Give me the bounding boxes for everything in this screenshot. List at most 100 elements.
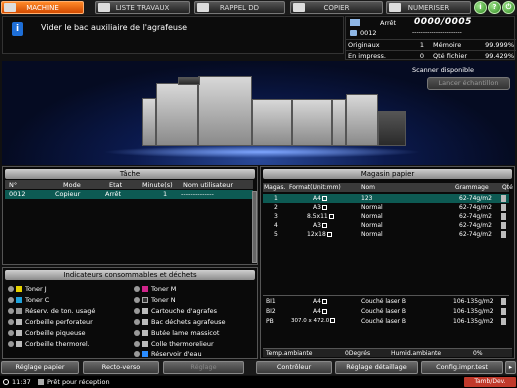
message-box: i Vider le bac auxiliaire de l'agrafeuse <box>2 16 344 54</box>
tab-copier[interactable]: COPIER <box>290 1 383 14</box>
consumable-label: Réservoir d'eau <box>151 350 202 358</box>
status-dot-icon <box>8 341 14 347</box>
config-impr-test-button[interactable]: Config.impr.test <box>421 361 503 374</box>
bypass-row[interactable]: BI1 A4 Couché laser B 106-135g/m2 <box>263 297 509 306</box>
tray-format: 8.5x11 <box>307 212 334 221</box>
tache-cell-mode: Copieur <box>55 190 81 198</box>
launch-sample-button[interactable]: Lancer échantillon <box>427 77 510 90</box>
status-dot-icon <box>134 351 140 357</box>
magasin-col-qty: Qté <box>502 184 513 191</box>
punch-bin-icon <box>16 319 22 325</box>
reglage-button[interactable]: Réglage <box>163 361 244 374</box>
job-user: ----------------------- <box>412 29 462 36</box>
tray-row[interactable]: 2 A3 Normal 62-74g/m2 <box>263 203 509 212</box>
tab-liste-travaux[interactable]: LISTE TRAVAUX <box>95 1 190 14</box>
status-dot-icon <box>134 341 140 347</box>
magasin-title: Magasin papier <box>263 169 512 179</box>
tray-format: A3 <box>313 221 327 230</box>
machine-banner: Scanner disponible Lancer échantillon <box>2 61 515 165</box>
tray-number: 2 <box>274 204 278 211</box>
tray-weight: 62-74g/m2 <box>459 213 492 220</box>
bottom-button-bar: Réglage papier Recto-verso Réglage Contr… <box>0 360 517 375</box>
tray-weight: 62-74g/m2 <box>459 222 492 229</box>
toner-black-icon <box>142 297 148 303</box>
magasin-col-name: Nom <box>361 184 376 191</box>
tray-format: A4 <box>313 194 327 203</box>
originaux-row: Originaux 1 Mémoire 99.999% <box>346 39 516 50</box>
help-icon: ? <box>492 3 497 11</box>
status-dot-icon <box>134 319 140 325</box>
bypass-weight: 106-135g/m2 <box>453 298 494 305</box>
tray-format: A3 <box>313 203 327 212</box>
tray-level-icon <box>501 222 506 229</box>
tray-paper-name: Normal <box>361 204 383 211</box>
tab-numeriser-label: NUMERISER <box>407 4 450 12</box>
tray-format-text: A4 <box>313 195 321 202</box>
tache-cell-no: 0012 <box>9 190 26 198</box>
tray-row[interactable]: 5 12x18 Normal 62-74g/m2 <box>263 230 509 239</box>
tab-rappel-dd[interactable]: RAPPEL DD <box>194 1 285 14</box>
consumable-label: Butée lame massicot <box>151 329 220 337</box>
table-row[interactable]: 0012 Copieur Arrêt 1 -------------- <box>5 190 253 199</box>
paper-portrait-icon <box>321 309 327 314</box>
tray-number: 3 <box>274 213 278 220</box>
scan-icon <box>389 3 401 12</box>
bypass-format: A4 <box>313 297 327 306</box>
tab-numeriser[interactable]: NUMERISER <box>386 1 471 14</box>
status-dot-icon <box>134 330 140 336</box>
consumable-label: Toner M <box>151 285 177 293</box>
tray-row[interactable]: 4 A3 Normal 62-74g/m2 <box>263 221 509 230</box>
info-icon: i <box>12 22 23 36</box>
job-list-icon <box>98 3 110 12</box>
machine-scanner <box>178 77 200 85</box>
recto-verso-button[interactable]: Recto-verso <box>83 361 159 374</box>
tray-row[interactable]: 1 A4 123 62-74g/m2 <box>263 194 509 203</box>
impress-row: En impress. 0 Qté fichier 99.429% <box>346 50 516 61</box>
reglage-detaillage-button[interactable]: Réglage détaillage <box>335 361 418 374</box>
humid-label: Humid.ambiante <box>391 350 442 357</box>
tray-weight: 62-74g/m2 <box>459 204 492 211</box>
ready-icon <box>38 379 44 385</box>
tray-level-icon <box>501 195 506 202</box>
tab-machine-label: MACHINE <box>26 4 59 12</box>
tray-row[interactable]: 3 8.5x11 Normal 62-74g/m2 <box>263 212 509 221</box>
status-dot-icon <box>8 297 14 303</box>
bypass-paper-name: Couché laser B <box>361 298 407 305</box>
environment-row: Temp.ambiante 0Degrés Humid.ambiante 0% <box>263 348 512 357</box>
status-dot-icon <box>8 286 14 292</box>
bypass-format-text: A4 <box>313 298 321 305</box>
power-button[interactable]: ⏻ <box>502 1 515 14</box>
machine-module-main-left <box>156 83 198 146</box>
tab-rappel-dd-label: RAPPEL DD <box>219 4 260 12</box>
tamb-dev-indicator[interactable]: Tamb/Dev. <box>464 377 516 387</box>
info-button[interactable]: i <box>474 1 487 14</box>
machine-module-feeder <box>142 98 156 146</box>
toner-magenta-icon <box>142 286 148 292</box>
tache-col-no: N° <box>9 181 18 189</box>
humid-value: 0% <box>473 350 483 357</box>
tache-scrollbar[interactable] <box>252 191 257 263</box>
consumable-label: Réserv. de ton. usagé <box>25 307 96 315</box>
status-dot-icon <box>8 330 14 336</box>
status-dot-icon <box>134 308 140 314</box>
clock-icon <box>3 379 9 385</box>
consumable-label: Cartouche d'agrafes <box>151 307 217 315</box>
bypass-row[interactable]: PB 307.0 x 472.0 Couché laser B 106-135g… <box>263 317 509 326</box>
next-arrow-button[interactable]: ▸ <box>505 361 516 374</box>
reglage-papier-button[interactable]: Réglage papier <box>1 361 79 374</box>
bypass-row[interactable]: BI2 A4 Couché laser B 106-135g/m2 <box>263 307 509 316</box>
arrow-right-icon: ▸ <box>508 363 513 371</box>
temp-label: Temp.ambiante <box>266 350 313 357</box>
power-icon: ⏻ <box>505 3 512 11</box>
tab-machine[interactable]: MACHINE <box>1 1 84 14</box>
paper-landscape-icon <box>330 318 336 323</box>
help-button[interactable]: ? <box>488 1 501 14</box>
consumables-title: Indicateurs consommables et déchets <box>5 270 255 280</box>
tray-number: 5 <box>274 231 278 238</box>
tray-level-icon <box>501 213 506 220</box>
tray-number: 1 <box>274 195 278 202</box>
tache-panel: Tâche N° Mode Etat Minute(s) Nom utilisa… <box>2 166 258 265</box>
tray-level-icon <box>501 231 506 238</box>
paper-landscape-icon <box>326 232 332 237</box>
controleur-button[interactable]: Contrôleur <box>256 361 332 374</box>
